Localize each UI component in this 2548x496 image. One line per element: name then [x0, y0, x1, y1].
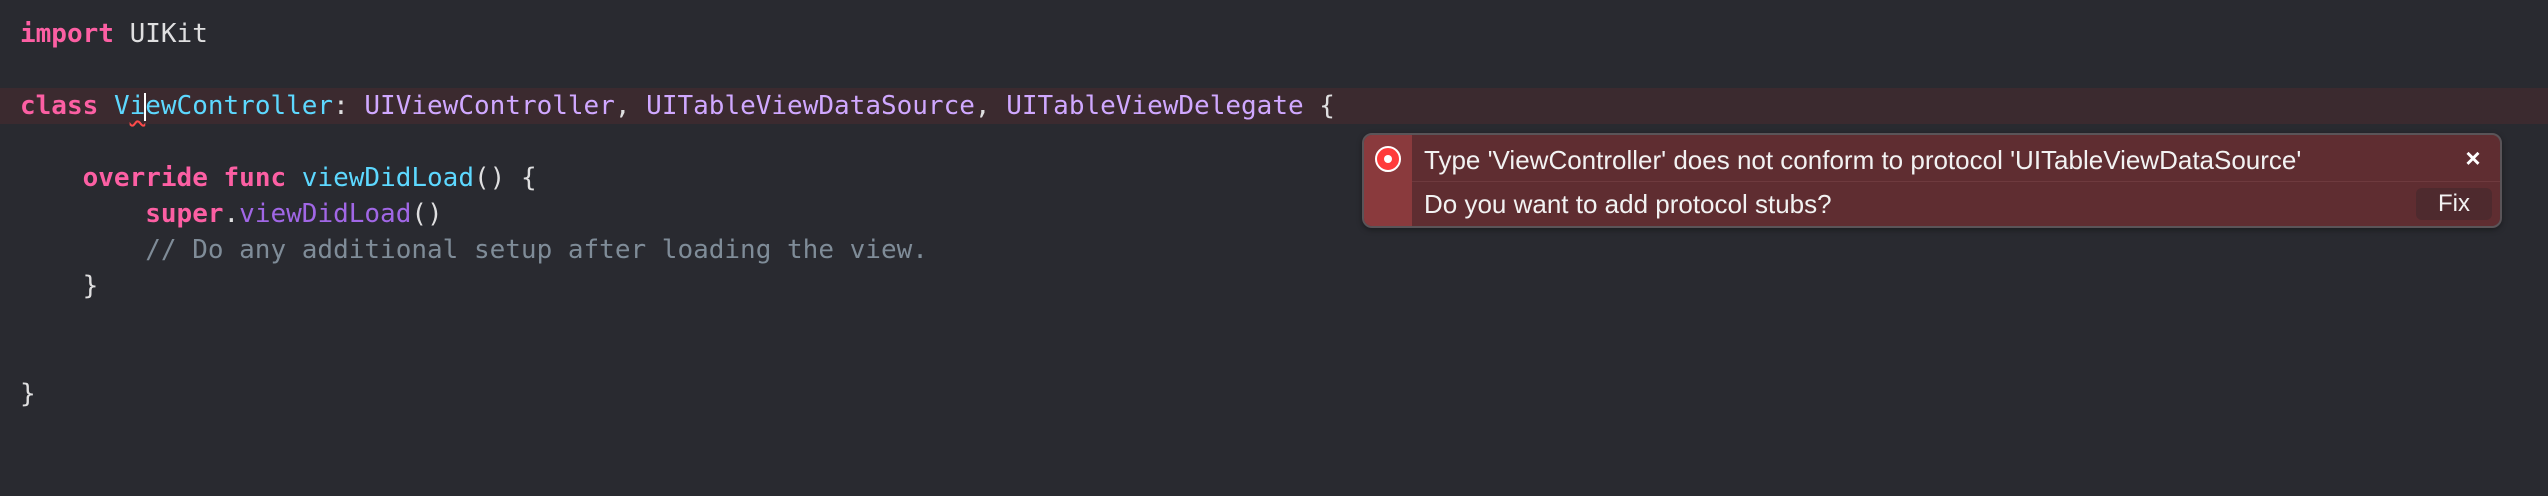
function-signature-rest: () {: [473, 163, 537, 193]
colon: :: [333, 91, 365, 121]
divider: [1412, 181, 2500, 182]
fixit-gutter: [1364, 135, 1412, 226]
code-editor[interactable]: import UIKit class ViewController: UIVie…: [0, 0, 2548, 496]
code-line-11[interactable]: }: [0, 376, 2548, 412]
code-comment: // Do any additional setup after loading…: [145, 235, 928, 265]
keyword-class: class: [20, 91, 99, 121]
protocol-delegate: UITableViewDelegate: [1006, 91, 1304, 121]
module-name: UIKit: [113, 19, 208, 49]
call-parens: (): [411, 199, 443, 229]
class-name-error-underline: i: [129, 91, 146, 121]
code-line-7[interactable]: // Do any additional setup after loading…: [0, 232, 2548, 268]
protocol-datasource: UITableViewDataSource: [646, 91, 975, 121]
keyword-super: super: [145, 199, 224, 229]
fix-button[interactable]: Fix: [2416, 188, 2492, 220]
method-call: viewDidLoad: [239, 199, 412, 229]
fixit-question: Do you want to add protocol stubs?: [1424, 189, 1832, 219]
keyword-func: func: [223, 163, 287, 193]
comma-1: ,: [614, 91, 647, 121]
keyword-import: import: [20, 19, 114, 49]
superclass-name: UIViewController: [364, 91, 615, 121]
close-button[interactable]: ×: [2460, 145, 2486, 171]
error-circle-icon: [1375, 146, 1401, 172]
open-brace: {: [1303, 91, 1335, 121]
function-name: viewDidLoad: [301, 163, 474, 193]
comma-2: ,: [974, 91, 1007, 121]
code-line-1[interactable]: import UIKit: [0, 16, 2548, 52]
code-line-3-error[interactable]: class ViewController: UIViewController, …: [0, 88, 2548, 124]
error-message: Type 'ViewController' does not conform t…: [1424, 145, 2302, 175]
class-name-start: V: [113, 91, 130, 121]
close-brace: }: [82, 271, 99, 301]
dot: .: [223, 199, 240, 229]
code-line-8[interactable]: }: [0, 268, 2548, 304]
keyword-override: override: [82, 163, 208, 193]
class-name-end: ewController: [145, 91, 334, 121]
close-brace: }: [20, 379, 36, 409]
fixit-popup: Type 'ViewController' does not conform t…: [1362, 133, 2502, 228]
